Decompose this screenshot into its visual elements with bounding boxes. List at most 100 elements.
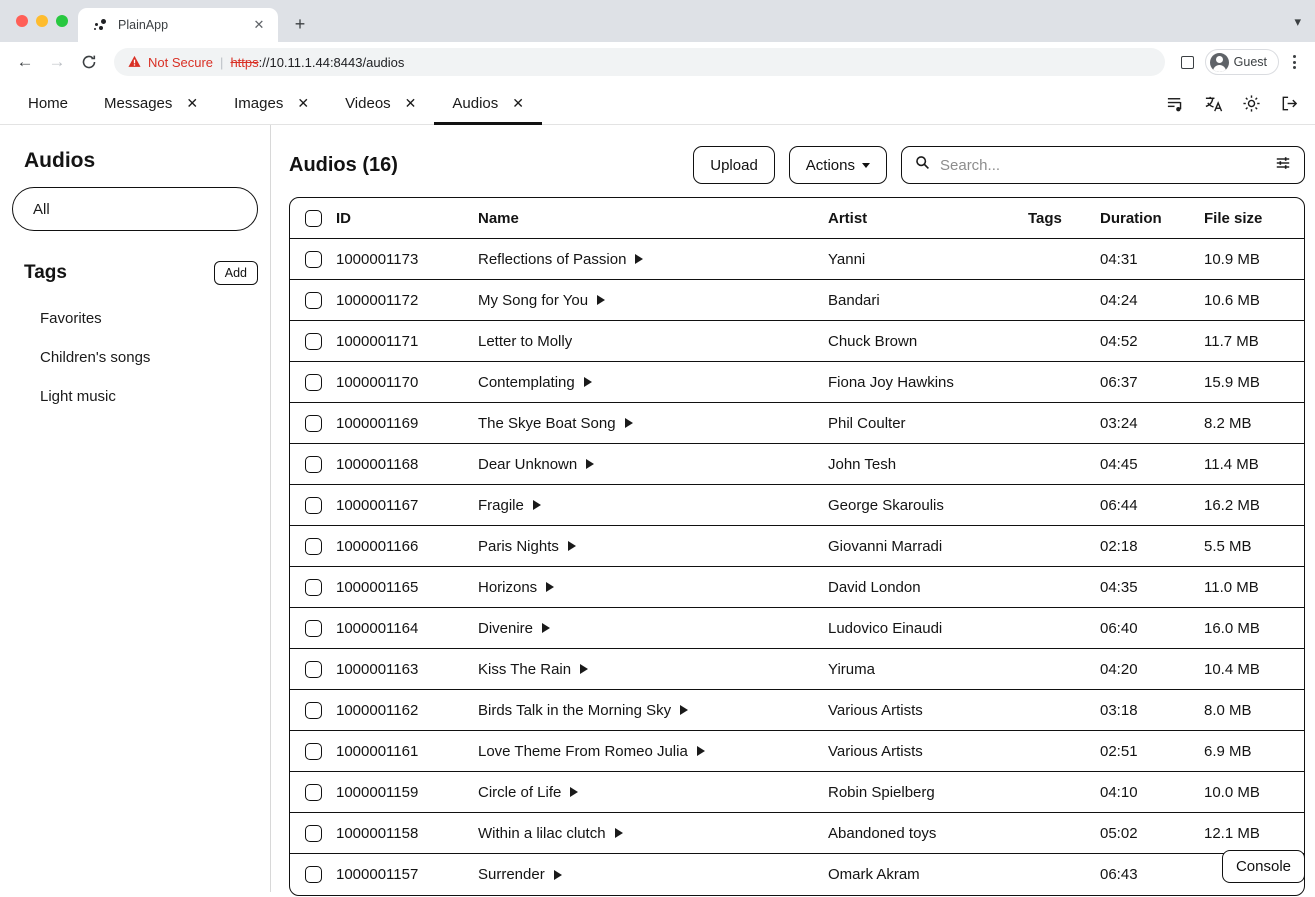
table-row[interactable]: 1000001173 Reflections of Passion Yanni 04:…	[290, 239, 1304, 280]
row-checkbox[interactable]	[304, 742, 322, 760]
row-select-cell[interactable]	[290, 824, 336, 842]
nav-tab-audios[interactable]: Audios ✕	[434, 82, 542, 125]
table-row[interactable]: 1000001165 Horizons David London 04:35 11.0 …	[290, 567, 1304, 608]
playlist-queue-music-icon[interactable]	[1166, 94, 1185, 113]
table-row[interactable]: 1000001162 Birds Talk in the Morning Sky V…	[290, 690, 1304, 731]
table-row[interactable]: 1000001158 Within a lilac clutch Abandoned…	[290, 813, 1304, 854]
play-icon[interactable]	[680, 705, 689, 715]
play-icon[interactable]	[542, 623, 551, 633]
close-icon[interactable]: ✕	[186, 96, 198, 110]
row-select-cell[interactable]	[290, 332, 336, 350]
row-checkbox[interactable]	[304, 824, 322, 842]
search-bar[interactable]: Search...	[901, 146, 1305, 184]
row-select-cell[interactable]	[290, 496, 336, 514]
translate-icon[interactable]	[1204, 94, 1223, 113]
play-icon[interactable]	[580, 664, 589, 674]
search-input-placeholder[interactable]: Search...	[940, 157, 1265, 174]
play-icon[interactable]	[597, 295, 606, 305]
actions-dropdown-button[interactable]: Actions	[788, 146, 887, 184]
profile-chip[interactable]: Guest	[1204, 49, 1279, 75]
row-checkbox[interactable]	[304, 332, 322, 350]
column-header-id[interactable]: ID	[336, 210, 478, 227]
row-select-cell[interactable]	[290, 701, 336, 719]
play-icon[interactable]	[614, 828, 623, 838]
row-select-cell[interactable]	[290, 250, 336, 268]
column-header-artist[interactable]: Artist	[828, 210, 1028, 227]
row-checkbox[interactable]	[304, 783, 322, 801]
play-icon[interactable]	[567, 541, 576, 551]
close-icon[interactable]: ✕	[405, 96, 417, 110]
brightness-sun-icon[interactable]	[1242, 94, 1261, 113]
play-icon[interactable]	[586, 459, 595, 469]
play-icon[interactable]	[532, 500, 541, 510]
select-all-cell[interactable]	[290, 209, 336, 227]
browser-tab[interactable]: PlainApp ✕	[78, 8, 278, 42]
play-icon[interactable]	[553, 869, 562, 880]
column-header-filesize[interactable]: File size	[1204, 210, 1304, 227]
sidebar-item-light-music[interactable]: Light music	[12, 377, 258, 416]
upload-button[interactable]: Upload	[693, 146, 775, 184]
table-row[interactable]: 1000001170 Contemplating Fiona Joy Hawkins…	[290, 362, 1304, 403]
table-row[interactable]: 1000001164 Divenire Ludovico Einaudi 06:40 1…	[290, 608, 1304, 649]
row-select-cell[interactable]	[290, 660, 336, 678]
table-row[interactable]: 1000001161 Love Theme From Romeo Julia Var…	[290, 731, 1304, 772]
table-row[interactable]: 1000001169 The Skye Boat Song Phil Coulter…	[290, 403, 1304, 444]
row-checkbox[interactable]	[304, 866, 322, 883]
play-icon[interactable]	[696, 746, 705, 756]
row-checkbox[interactable]	[304, 537, 322, 555]
arrow-left-icon[interactable]: ←	[10, 47, 40, 77]
chevron-down-icon[interactable]: ▾	[1294, 14, 1301, 30]
row-select-cell[interactable]	[290, 291, 336, 309]
row-checkbox[interactable]	[304, 619, 322, 637]
console-button[interactable]: Console	[1221, 850, 1305, 883]
close-icon[interactable]: ✕	[297, 96, 309, 110]
logout-icon[interactable]	[1280, 94, 1299, 113]
column-header-duration[interactable]: Duration	[1100, 210, 1204, 227]
row-select-cell[interactable]	[290, 414, 336, 432]
play-icon[interactable]	[624, 418, 633, 428]
address-bar[interactable]: Not Secure | https://10.11.1.44:8443/aud…	[114, 48, 1165, 76]
row-select-cell[interactable]	[290, 783, 336, 801]
minimize-window-button[interactable]	[36, 15, 48, 27]
close-icon[interactable]: ✕	[512, 96, 524, 110]
column-header-tags[interactable]: Tags	[1028, 210, 1100, 227]
row-checkbox[interactable]	[304, 701, 322, 719]
table-row[interactable]: 1000001168 Dear Unknown John Tesh 04:45 11.4…	[290, 444, 1304, 485]
row-select-cell[interactable]	[290, 455, 336, 473]
row-select-cell[interactable]	[290, 619, 336, 637]
table-row[interactable]: 1000001159 Circle of Life Robin Spielberg 0…	[290, 772, 1304, 813]
row-checkbox[interactable]	[304, 291, 322, 309]
nav-tab-home[interactable]: Home	[14, 82, 86, 124]
table-row[interactable]: 1000001171 Letter to Molly Chuck Brown 04:5…	[290, 321, 1304, 362]
sidebar-item-favorites[interactable]: Favorites	[12, 299, 258, 338]
close-icon[interactable]: ✕	[250, 16, 268, 34]
table-row[interactable]: 1000001172 My Song for You Bandari 04:24 10.…	[290, 280, 1304, 321]
sidebar-item-childrens-songs[interactable]: Children's songs	[12, 338, 258, 377]
row-select-cell[interactable]	[290, 537, 336, 555]
play-icon[interactable]	[570, 787, 579, 797]
row-checkbox[interactable]	[304, 414, 322, 432]
kebab-menu-icon[interactable]	[1283, 49, 1305, 75]
row-checkbox[interactable]	[304, 496, 322, 514]
column-header-name[interactable]: Name	[478, 210, 828, 227]
select-all-checkbox[interactable]	[304, 209, 322, 227]
nav-tab-messages[interactable]: Messages ✕	[86, 82, 216, 124]
nav-tab-videos[interactable]: Videos ✕	[327, 82, 434, 124]
row-select-cell[interactable]	[290, 742, 336, 760]
row-checkbox[interactable]	[304, 455, 322, 473]
row-select-cell[interactable]	[290, 373, 336, 391]
play-icon[interactable]	[583, 377, 592, 387]
table-row[interactable]: 1000001157 Surrender Omark Akram 06:43	[290, 854, 1304, 895]
arrow-right-icon[interactable]: →	[42, 47, 72, 77]
sidebar-filter-all[interactable]: All	[12, 187, 258, 231]
row-select-cell[interactable]	[290, 578, 336, 596]
play-icon[interactable]	[546, 582, 555, 592]
close-window-button[interactable]	[16, 15, 28, 27]
add-tag-button[interactable]: Add	[213, 261, 258, 285]
row-select-cell[interactable]	[290, 866, 336, 883]
side-panel-icon[interactable]	[1175, 49, 1201, 75]
row-checkbox[interactable]	[304, 250, 322, 268]
nav-tab-images[interactable]: Images ✕	[216, 82, 327, 124]
reload-icon[interactable]	[74, 47, 104, 77]
table-row[interactable]: 1000001163 Kiss The Rain Yiruma 04:20 10.4 M…	[290, 649, 1304, 690]
